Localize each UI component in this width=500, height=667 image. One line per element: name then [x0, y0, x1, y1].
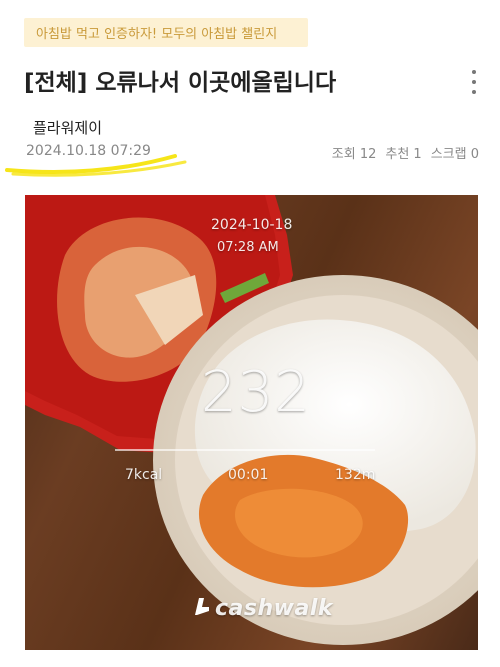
- cashwalk-logo: cashwalk: [215, 596, 333, 621]
- post-datetime: 2024.10.18 07:29: [26, 143, 151, 159]
- view-count: 조회 12: [331, 147, 377, 162]
- calories-value: 7kcal: [125, 467, 163, 483]
- post-title: [전체] 오류나서 이곳에올립니다: [24, 70, 337, 96]
- duration-value: 00:01: [228, 467, 269, 483]
- photo-date: 2024-10-18: [211, 217, 293, 233]
- author-name[interactable]: 플라워제이: [33, 117, 102, 138]
- more-options-icon[interactable]: [468, 70, 480, 94]
- challenge-banner[interactable]: 아침밥 먹고 인증하자! 모두의 아침밥 챌린지: [24, 18, 308, 47]
- like-count: 추천 1: [385, 147, 422, 162]
- step-count: 232: [201, 360, 311, 425]
- meal-photo[interactable]: 2024-10-18 07:28 AM 232 7kcal 00:01 132m…: [25, 195, 478, 650]
- scrap-count: 스크랩 0: [430, 147, 479, 162]
- post-stats: 조회 12 추천 1 스크랩 0: [332, 143, 479, 162]
- cashwalk-shoe-icon: [195, 598, 209, 615]
- photo-time: 07:28 AM: [217, 240, 279, 255]
- distance-value: 132m: [335, 467, 376, 483]
